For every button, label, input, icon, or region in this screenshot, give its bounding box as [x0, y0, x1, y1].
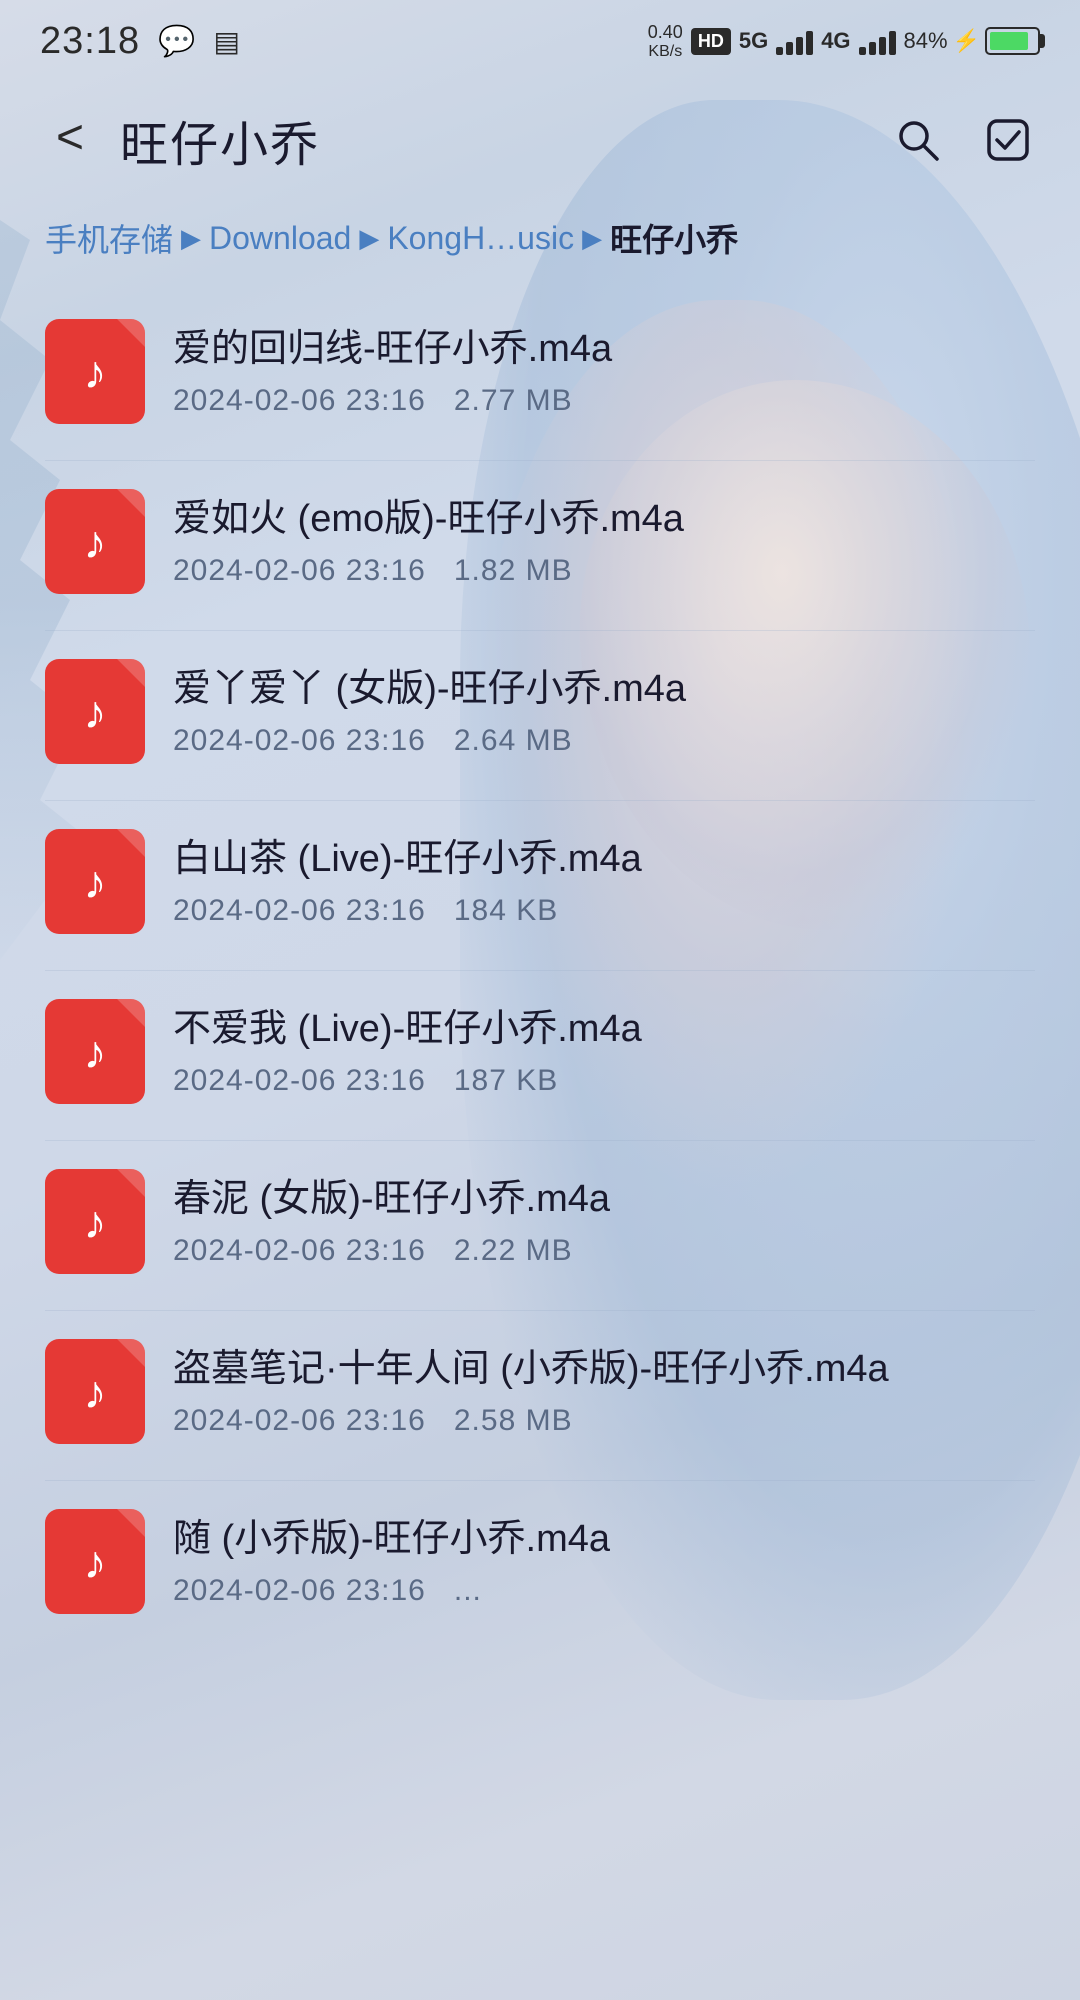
charging-icon: ⚡ [953, 28, 980, 54]
5g-signal: 5G [739, 28, 768, 54]
list-item[interactable]: ♪ 爱如火 (emo版)-旺仔小乔.m4a 2024-02-06 23:16 1… [30, 461, 1050, 622]
file-icon: ♪ [45, 1509, 145, 1614]
breadcrumb-separator-3: ▶ [582, 223, 602, 254]
breadcrumb-separator-2: ▶ [359, 223, 379, 254]
list-item[interactable]: ♪ 爱的回归线-旺仔小乔.m4a 2024-02-06 23:16 2.77 M… [30, 291, 1050, 452]
battery-percentage: 84% [904, 28, 948, 54]
file-info: 爱如火 (emo版)-旺仔小乔.m4a 2024-02-06 23:16 1.8… [173, 495, 1035, 588]
music-note-icon: ♪ [84, 1365, 107, 1419]
battery-container: 84% ⚡ [904, 27, 1040, 55]
file-name: 爱丫爱丫 (女版)-旺仔小乔.m4a [173, 665, 1035, 714]
search-icon [895, 117, 941, 163]
back-chevron-icon: < [56, 114, 84, 162]
file-meta: 2024-02-06 23:16 ... [173, 1574, 1035, 1608]
file-info: 随 (小乔版)-旺仔小乔.m4a 2024-02-06 23:16 ... [173, 1515, 1035, 1608]
file-icon: ♪ [45, 319, 145, 424]
search-button[interactable] [885, 108, 950, 173]
music-note-icon: ♪ [84, 1025, 107, 1079]
checkbox-icon [985, 117, 1031, 163]
file-name: 爱的回归线-旺仔小乔.m4a [173, 325, 1035, 374]
back-button[interactable]: < [40, 110, 100, 170]
4g-bar-1 [859, 47, 866, 55]
battery-icon [985, 27, 1040, 55]
4g-bar-2 [869, 42, 876, 55]
network-speed: 0.40 [648, 23, 683, 43]
file-icon: ♪ [45, 999, 145, 1104]
music-note-icon: ♪ [84, 685, 107, 739]
music-note-icon: ♪ [84, 345, 107, 399]
file-info: 白山茶 (Live)-旺仔小乔.m4a 2024-02-06 23:16 184… [173, 835, 1035, 928]
status-time: 23:18 [40, 20, 140, 63]
signal-bar-1 [776, 47, 783, 55]
file-info: 爱丫爱丫 (女版)-旺仔小乔.m4a 2024-02-06 23:16 2.64… [173, 665, 1035, 758]
status-bar: 23:18 💬 ▤ 0.40 KB/s HD 5G 4G [0, 0, 1080, 75]
signal-bar-4 [806, 31, 813, 55]
list-item[interactable]: ♪ 不爱我 (Live)-旺仔小乔.m4a 2024-02-06 23:16 1… [30, 971, 1050, 1132]
music-note-icon: ♪ [84, 855, 107, 909]
file-info: 爱的回归线-旺仔小乔.m4a 2024-02-06 23:16 2.77 MB [173, 325, 1035, 418]
network-speed-unit: KB/s [648, 43, 682, 61]
file-name: 不爱我 (Live)-旺仔小乔.m4a [173, 1005, 1035, 1054]
wechat-icon: 💬 [158, 24, 195, 59]
file-icon: ♪ [45, 1169, 145, 1274]
file-icon: ♪ [45, 829, 145, 934]
file-name: 春泥 (女版)-旺仔小乔.m4a [173, 1175, 1035, 1224]
file-name: 随 (小乔版)-旺仔小乔.m4a [173, 1515, 1035, 1564]
page-title: 旺仔小乔 [120, 105, 865, 175]
list-item[interactable]: ♪ 春泥 (女版)-旺仔小乔.m4a 2024-02-06 23:16 2.22… [30, 1141, 1050, 1302]
status-right: 0.40 KB/s HD 5G 4G 84% [648, 23, 1040, 60]
file-name: 盗墓笔记·十年人间 (小乔版)-旺仔小乔.m4a [173, 1345, 1035, 1394]
signal-bars [776, 27, 813, 55]
file-icon: ♪ [45, 659, 145, 764]
signal-bar-2 [786, 42, 793, 55]
notification-icon: ▤ [213, 25, 239, 58]
breadcrumb-current: 旺仔小乔 [610, 215, 738, 261]
file-info: 春泥 (女版)-旺仔小乔.m4a 2024-02-06 23:16 2.22 M… [173, 1175, 1035, 1268]
4g-signal: 4G [821, 28, 850, 54]
breadcrumb-separator-1: ▶ [181, 223, 201, 254]
list-item[interactable]: ♪ 随 (小乔版)-旺仔小乔.m4a 2024-02-06 23:16 ... [30, 1481, 1050, 1642]
4g-signal-bars [859, 27, 896, 55]
file-meta: 2024-02-06 23:16 2.22 MB [173, 1234, 1035, 1268]
header-actions [885, 108, 1040, 173]
breadcrumb-item-storage[interactable]: 手机存储 [45, 215, 173, 261]
file-name: 白山茶 (Live)-旺仔小乔.m4a [173, 835, 1035, 884]
signal-bar-3 [796, 37, 803, 55]
file-list: ♪ 爱的回归线-旺仔小乔.m4a 2024-02-06 23:16 2.77 M… [0, 291, 1080, 1642]
file-meta: 2024-02-06 23:16 2.64 MB [173, 724, 1035, 758]
file-meta: 2024-02-06 23:16 184 KB [173, 894, 1035, 928]
4g-bar-3 [879, 37, 886, 55]
file-meta: 2024-02-06 23:16 2.77 MB [173, 384, 1035, 418]
file-icon: ♪ [45, 489, 145, 594]
breadcrumb-item-music[interactable]: KongH…usic [387, 220, 574, 257]
battery-fill [990, 32, 1028, 50]
file-info: 不爱我 (Live)-旺仔小乔.m4a 2024-02-06 23:16 187… [173, 1005, 1035, 1098]
4g-bar-4 [889, 31, 896, 55]
file-name: 爱如火 (emo版)-旺仔小乔.m4a [173, 495, 1035, 544]
file-meta: 2024-02-06 23:16 187 KB [173, 1064, 1035, 1098]
breadcrumb: 手机存储 ▶ Download ▶ KongH…usic ▶ 旺仔小乔 [0, 200, 1080, 291]
hd-badge: HD [691, 28, 731, 55]
list-item[interactable]: ♪ 白山茶 (Live)-旺仔小乔.m4a 2024-02-06 23:16 1… [30, 801, 1050, 962]
file-meta: 2024-02-06 23:16 2.58 MB [173, 1404, 1035, 1438]
header: < 旺仔小乔 [0, 75, 1080, 200]
select-all-button[interactable] [975, 108, 1040, 173]
page-container: 23:18 💬 ▤ 0.40 KB/s HD 5G 4G [0, 0, 1080, 2000]
breadcrumb-item-download[interactable]: Download [209, 220, 351, 257]
file-icon: ♪ [45, 1339, 145, 1444]
list-item[interactable]: ♪ 盗墓笔记·十年人间 (小乔版)-旺仔小乔.m4a 2024-02-06 23… [30, 1311, 1050, 1472]
music-note-icon: ♪ [84, 1535, 107, 1589]
file-info: 盗墓笔记·十年人间 (小乔版)-旺仔小乔.m4a 2024-02-06 23:1… [173, 1345, 1035, 1438]
file-meta: 2024-02-06 23:16 1.82 MB [173, 554, 1035, 588]
music-note-icon: ♪ [84, 1195, 107, 1249]
list-item[interactable]: ♪ 爱丫爱丫 (女版)-旺仔小乔.m4a 2024-02-06 23:16 2.… [30, 631, 1050, 792]
music-note-icon: ♪ [84, 515, 107, 569]
